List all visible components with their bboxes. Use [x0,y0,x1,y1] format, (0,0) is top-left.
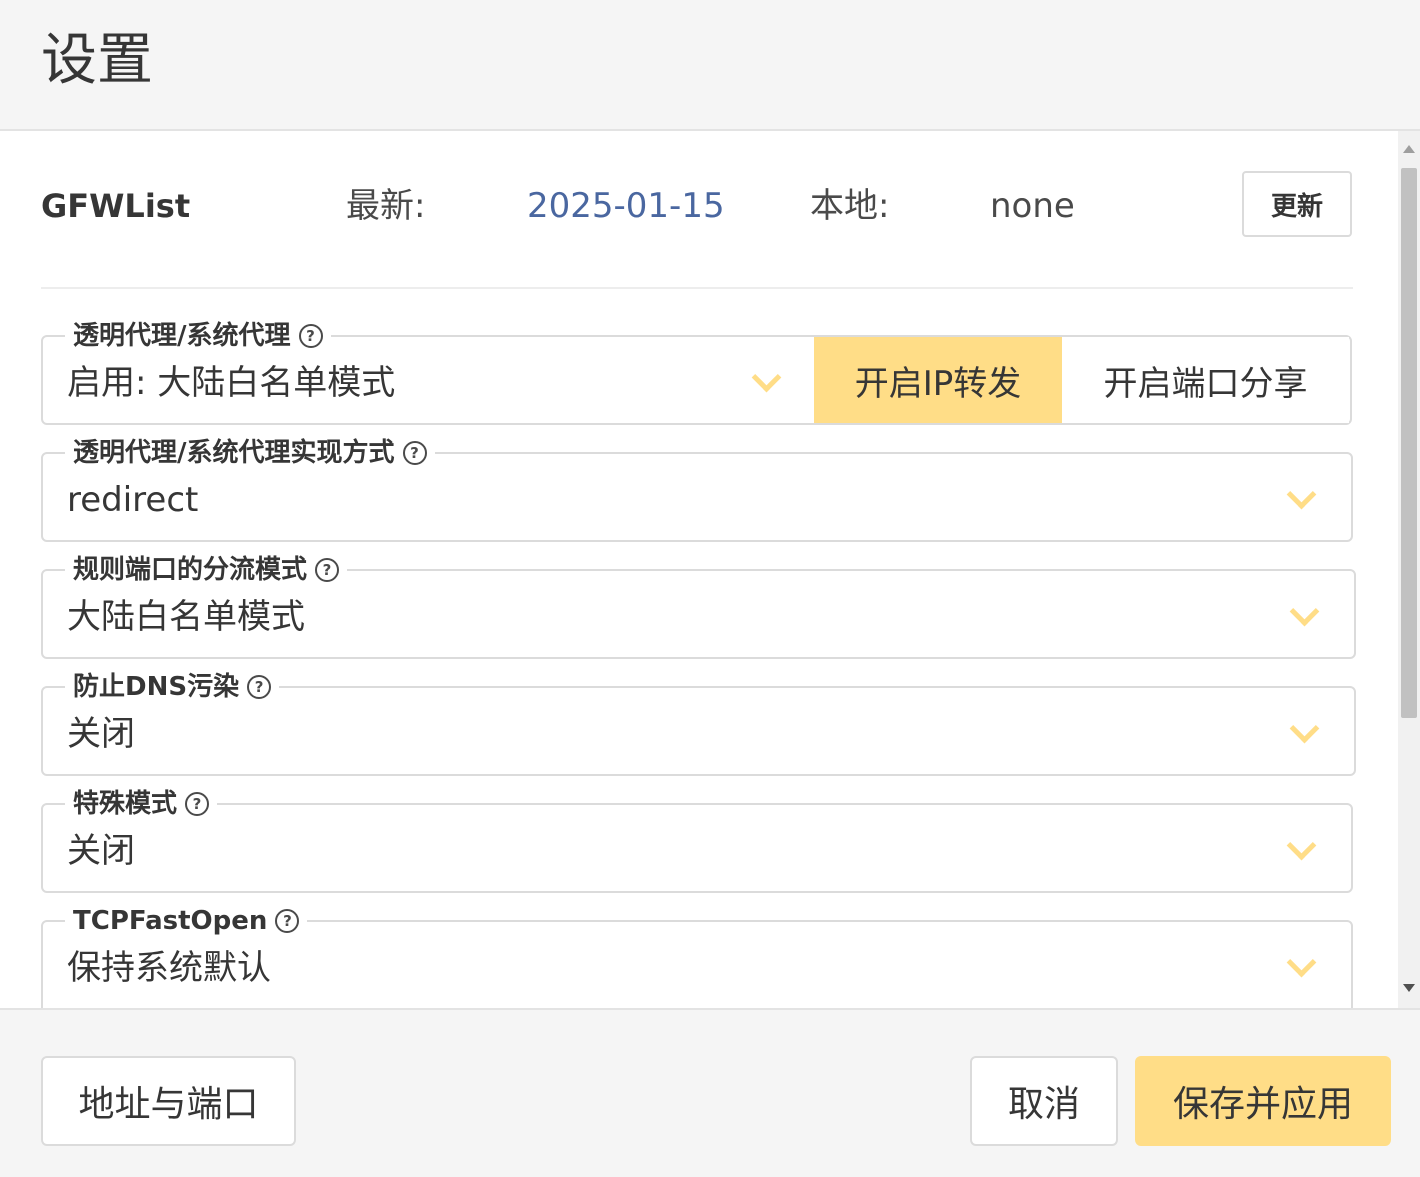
field-label: 特殊模式 [73,789,178,819]
chevron-down-icon [1289,596,1320,627]
special-mode-field[interactable]: 特殊模式 ? 关闭 [41,785,1353,893]
divider [41,287,1353,289]
scrollbar-thumb[interactable] [1401,168,1417,718]
modal-header: 设置 [0,0,1420,131]
field-label: 透明代理/系统代理实现方式 [73,438,395,468]
chevron-down-icon [1286,947,1317,978]
help-icon[interactable]: ? [402,441,427,465]
field-legend: 规则端口的分流模式 ? [65,551,348,589]
chevron-down-icon [1286,479,1317,510]
tcp-fast-open-field[interactable]: TCPFastOpen ? 保持系统默认 [41,902,1353,1008]
modal-body[interactable]: GFWList 最新: 2025-01-15 本地: none 更新 透明代理/… [0,131,1398,1008]
modal-footer: 地址与端口 取消 保存并应用 [0,1008,1420,1177]
field-legend: 防止DNS污染 ? [65,668,280,706]
scrollbar[interactable] [1398,131,1420,1008]
modal-title: 设置 [41,28,153,93]
save-apply-button[interactable]: 保存并应用 [1135,1056,1391,1146]
field-label: 防止DNS污染 [73,672,240,702]
gfwlist-latest-label: 最新: [346,186,426,226]
select-value: 启用: 大陆白名单模式 [67,363,396,403]
select-value: 保持系统默认 [67,948,271,988]
chevron-down-icon [751,362,782,393]
field-label: TCPFastOpen [73,906,268,936]
help-icon[interactable]: ? [275,909,300,933]
field-legend: 透明代理/系统代理实现方式 ? [65,434,435,472]
transparent-proxy-select[interactable]: 启用: 大陆白名单模式 [43,337,814,423]
transparent-proxy-field: 透明代理/系统代理 ? 启用: 大陆白名单模式 开启IP转发 开启端口分享 [41,317,1352,425]
field-legend: 特殊模式 ? [65,785,218,823]
help-icon[interactable]: ? [315,558,340,582]
cancel-button[interactable]: 取消 [970,1056,1118,1146]
chevron-down-icon [1289,713,1320,744]
chevron-down-icon [1286,830,1317,861]
select-value: 关闭 [67,831,135,871]
scroll-up-arrow-icon[interactable] [1403,145,1415,153]
scroll-down-arrow-icon[interactable] [1403,984,1415,992]
enable-ip-forward-button[interactable]: 开启IP转发 [814,337,1062,423]
gfwlist-latest-date[interactable]: 2025-01-15 [527,185,725,227]
gfwlist-update-button[interactable]: 更新 [1242,171,1352,237]
field-legend: TCPFastOpen ? [65,902,308,940]
field-label: 规则端口的分流模式 [73,555,308,585]
help-icon[interactable]: ? [185,792,210,816]
enable-port-share-button[interactable]: 开启端口分享 [1062,337,1349,423]
rule-port-mode-field[interactable]: 规则端口的分流模式 ? 大陆白名单模式 [41,551,1356,659]
gfwlist-name: GFWList [41,187,191,225]
gfwlist-local-label: 本地: [810,186,890,226]
address-port-button[interactable]: 地址与端口 [41,1056,296,1146]
select-value: 关闭 [67,714,135,754]
gfwlist-local-value: none [990,186,1075,226]
help-icon[interactable]: ? [247,675,272,699]
proxy-implementation-field[interactable]: 透明代理/系统代理实现方式 ? redirect [41,434,1353,542]
select-value: 大陆白名单模式 [67,597,305,637]
select-value: redirect [67,480,199,520]
dns-pollution-field[interactable]: 防止DNS污染 ? 关闭 [41,668,1356,776]
